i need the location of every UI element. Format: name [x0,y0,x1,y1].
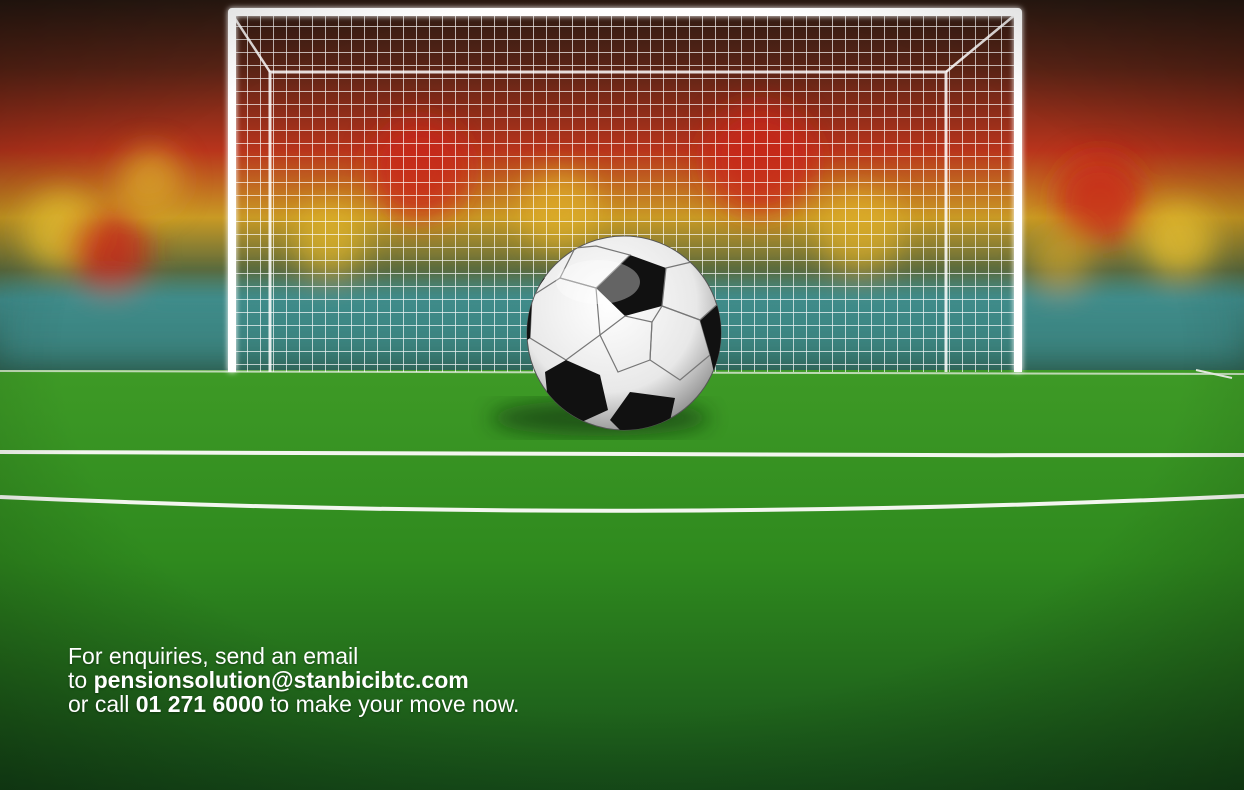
call-suffix: to make your move now. [263,691,520,717]
phone-number[interactable]: 01 271 6000 [136,691,264,717]
email-line: to pensionsolution@stanbicibtc.com [68,668,519,692]
enquiry-line: For enquiries, send an email [68,643,359,669]
ad-scene: For enquiries, send an email to pensions… [0,0,1244,790]
email-prefix: to [68,667,94,693]
phone-line: or call 01 271 6000 to make your move no… [68,692,519,716]
email-link[interactable]: pensionsolution@stanbicibtc.com [94,667,469,693]
call-prefix: or call [68,691,136,717]
contact-text: For enquiries, send an email to pensions… [68,644,519,716]
